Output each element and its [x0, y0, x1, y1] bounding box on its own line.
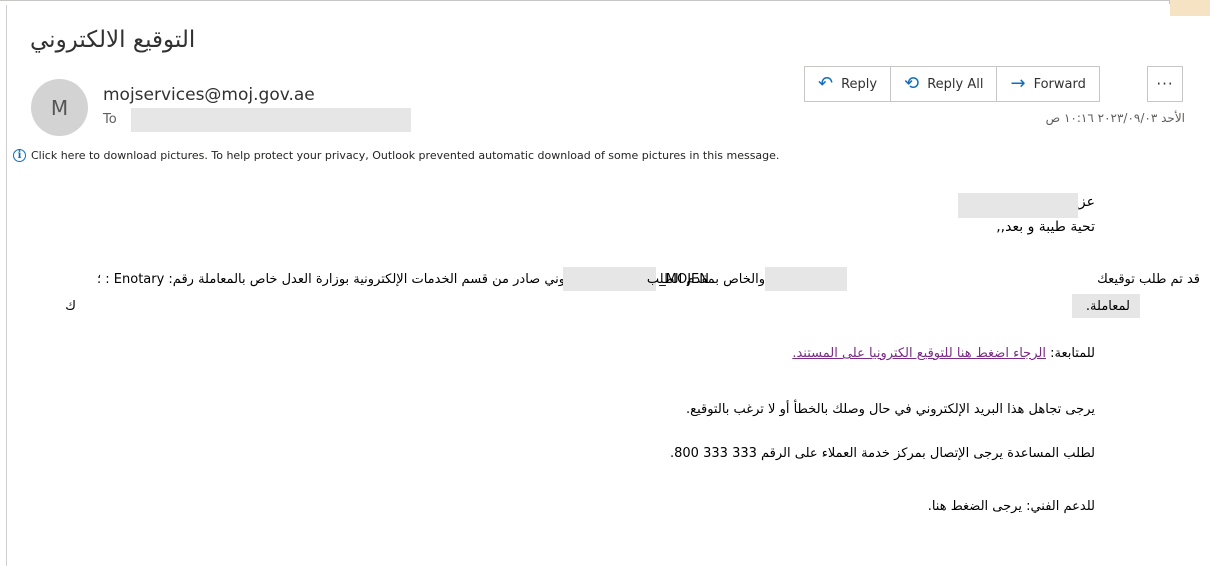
para1-line2-b: لمعاملة.	[1085, 299, 1130, 314]
redacted-name	[958, 193, 1078, 218]
help-line: لطلب المساعدة يرجى الإتصال بمركز خدمة ال…	[669, 446, 1095, 461]
redacted-transaction-number	[563, 267, 656, 291]
para1-part3: والخاص بمقدم الطلب	[646, 272, 765, 287]
avatar: M	[31, 79, 88, 136]
reply-all-label: Reply All	[927, 76, 984, 92]
avatar-initial: M	[50, 95, 69, 120]
reply-icon: ↶	[818, 73, 834, 94]
info-icon: i	[13, 149, 26, 162]
email-timestamp: الأحد ٢٠٢٣/٠٩/٠٣ ١٠:١٦ ص	[1045, 111, 1185, 125]
reply-all-icon: ⟲	[904, 73, 920, 94]
followup-label: للمتابعة:	[1050, 346, 1095, 361]
followup-line: للمتابعة: الرجاء اضغط هنا للتوقيع الكترو…	[792, 346, 1095, 361]
notice-text: Click here to download pictures. To help…	[31, 149, 780, 162]
tech-support-line[interactable]: للدعم الفني: يرجى الضغط هنا.	[928, 499, 1095, 514]
forward-button[interactable]: → Forward	[997, 67, 1098, 101]
reply-label: Reply	[841, 76, 878, 92]
reply-button[interactable]: ↶ Reply	[805, 67, 892, 101]
para1-line2-a: ك	[65, 299, 76, 314]
para1-part4: قد تم طلب توقيعك	[1097, 272, 1200, 287]
more-icon: ···	[1156, 75, 1174, 93]
forward-label: Forward	[1033, 76, 1086, 92]
ignore-notice: يرجى تجاهل هذا البريد الإلكتروني في حال …	[686, 402, 1095, 417]
to-label: To	[103, 112, 117, 127]
corner-tab	[1170, 0, 1210, 16]
salutation: تحية طيبة و بعد,,	[996, 219, 1095, 235]
sender-address[interactable]: mojservices@moj.gov.ae	[103, 85, 315, 105]
download-pictures-notice[interactable]: i Click here to download pictures. To he…	[13, 149, 779, 162]
redacted-recipient	[131, 108, 411, 132]
reply-all-button[interactable]: ⟲ Reply All	[891, 67, 998, 101]
more-actions-button[interactable]: ···	[1147, 66, 1183, 102]
window-border	[6, 5, 7, 566]
email-subject: التوقيع الالكتروني	[30, 27, 196, 53]
action-bar: ↶ Reply ⟲ Reply All → Forward	[804, 66, 1100, 102]
window-frame	[0, 0, 1170, 4]
forward-icon: →	[1010, 73, 1026, 94]
signing-link[interactable]: الرجاء اضغط هنا للتوقيع الكترونيا على ال…	[792, 346, 1046, 361]
redacted-applicant	[765, 267, 847, 291]
